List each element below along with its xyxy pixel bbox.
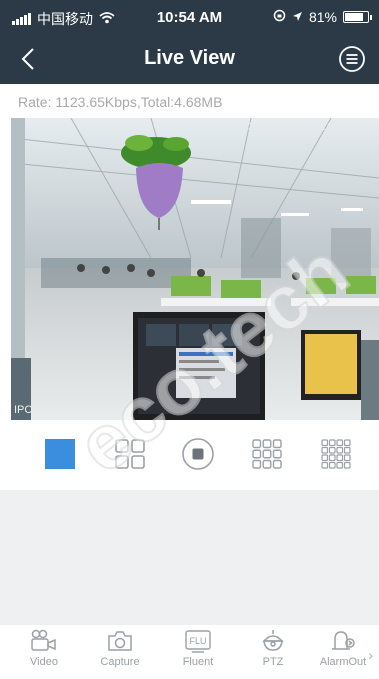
capture-label: Capture bbox=[100, 656, 140, 668]
live-video-feed[interactable]: 2017-11-08 10:49:57 IPC bbox=[11, 118, 379, 420]
video-record-icon bbox=[9, 629, 79, 653]
fluent-button[interactable]: FLU Fluent bbox=[163, 629, 233, 668]
location-arrow-icon bbox=[292, 9, 303, 25]
single-view-button[interactable] bbox=[40, 436, 80, 476]
fluent-quality-icon: FLU bbox=[163, 629, 233, 653]
nine-view-icon bbox=[251, 438, 283, 475]
office-scene-image bbox=[11, 118, 379, 420]
single-view-icon bbox=[43, 437, 77, 476]
chevron-right-icon[interactable]: › bbox=[368, 647, 373, 663]
quad-view-icon bbox=[114, 438, 146, 475]
stop-button[interactable] bbox=[178, 436, 218, 476]
status-bar: 中国移动 10:54 AM 81% bbox=[0, 0, 379, 36]
quad-view-button[interactable] bbox=[110, 436, 150, 476]
osd-timestamp: 2017-11-08 10:49:57 bbox=[247, 122, 373, 134]
bottom-toolbar: Video Capture FLU Fluent PTZ AlarmOut › bbox=[0, 625, 379, 679]
stop-icon bbox=[181, 437, 215, 476]
empty-panel bbox=[0, 490, 379, 625]
camera-icon bbox=[85, 629, 155, 653]
status-right: 81% bbox=[273, 9, 372, 25]
video-button[interactable]: Video bbox=[9, 629, 79, 668]
navigation-bar: Live View bbox=[0, 36, 379, 84]
ptz-label: PTZ bbox=[262, 656, 284, 668]
battery-percent: 81% bbox=[308, 9, 337, 25]
page-title: Live View bbox=[144, 47, 235, 69]
menu-circle-icon[interactable] bbox=[337, 44, 367, 74]
ptz-button[interactable]: PTZ bbox=[238, 629, 308, 668]
view-controls bbox=[0, 436, 379, 484]
osd-channel-label: IPC bbox=[14, 404, 33, 416]
app-header: 中国移动 10:54 AM 81% Live View bbox=[0, 0, 379, 84]
video-label: Video bbox=[30, 656, 58, 668]
sixteen-view-button[interactable] bbox=[316, 436, 356, 476]
rotation-lock-icon bbox=[273, 9, 286, 25]
fluent-label: Fluent bbox=[182, 656, 214, 668]
ptz-icon bbox=[238, 629, 308, 653]
capture-button[interactable]: Capture bbox=[85, 629, 155, 668]
nine-view-button[interactable] bbox=[247, 436, 287, 476]
stream-rate-text: Rate: 1123.65Kbps,Total:4.68MB bbox=[18, 94, 223, 110]
sixteen-view-icon bbox=[320, 438, 352, 475]
svg-text:FLU: FLU bbox=[189, 636, 206, 646]
battery-icon bbox=[343, 11, 372, 23]
